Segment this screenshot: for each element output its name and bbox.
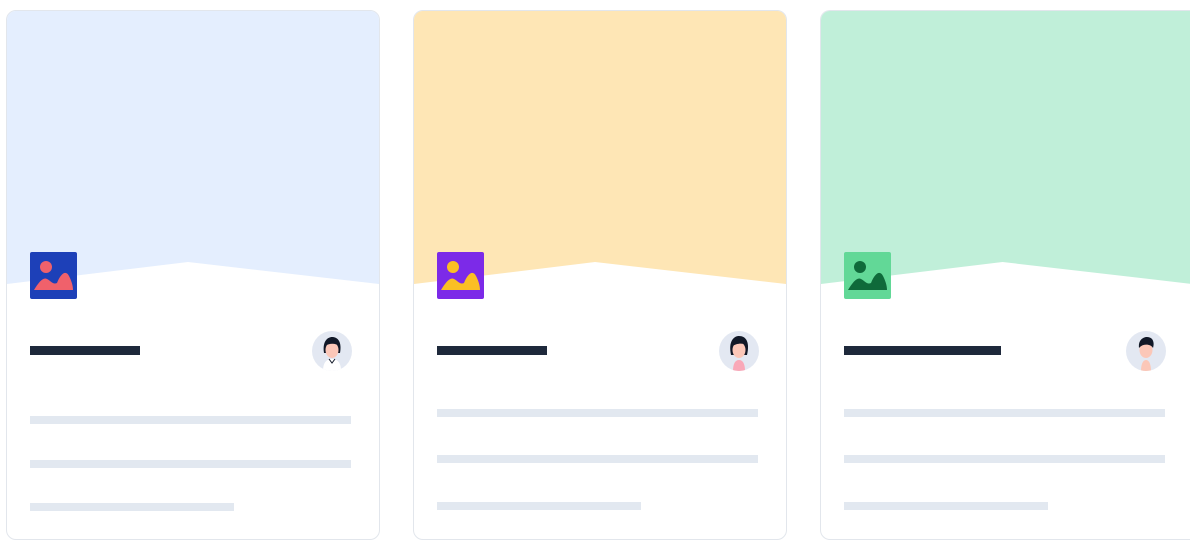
card-title-placeholder [30,346,140,355]
card-hero [414,11,786,286]
text-line-placeholder [844,502,1048,510]
text-line-placeholder [30,416,351,424]
card-1[interactable] [6,10,380,540]
image-icon [844,252,891,299]
woman-avatar-icon [312,331,352,371]
text-line-placeholder [437,502,641,510]
text-line-placeholder [844,409,1165,417]
card-hero [7,11,379,286]
card-3[interactable] [820,10,1190,540]
text-line-placeholder [30,460,351,468]
card-title-placeholder [844,346,1001,355]
image-icon [437,252,484,299]
text-line-placeholder [844,455,1165,463]
card-2[interactable] [413,10,787,540]
text-line-placeholder [437,455,758,463]
man-avatar-icon [1126,331,1166,371]
text-line-placeholder [30,503,234,511]
woman-avatar-icon [719,331,759,371]
text-line-placeholder [437,409,758,417]
card-hero [821,11,1190,286]
image-icon [30,252,77,299]
card-title-placeholder [437,346,547,355]
